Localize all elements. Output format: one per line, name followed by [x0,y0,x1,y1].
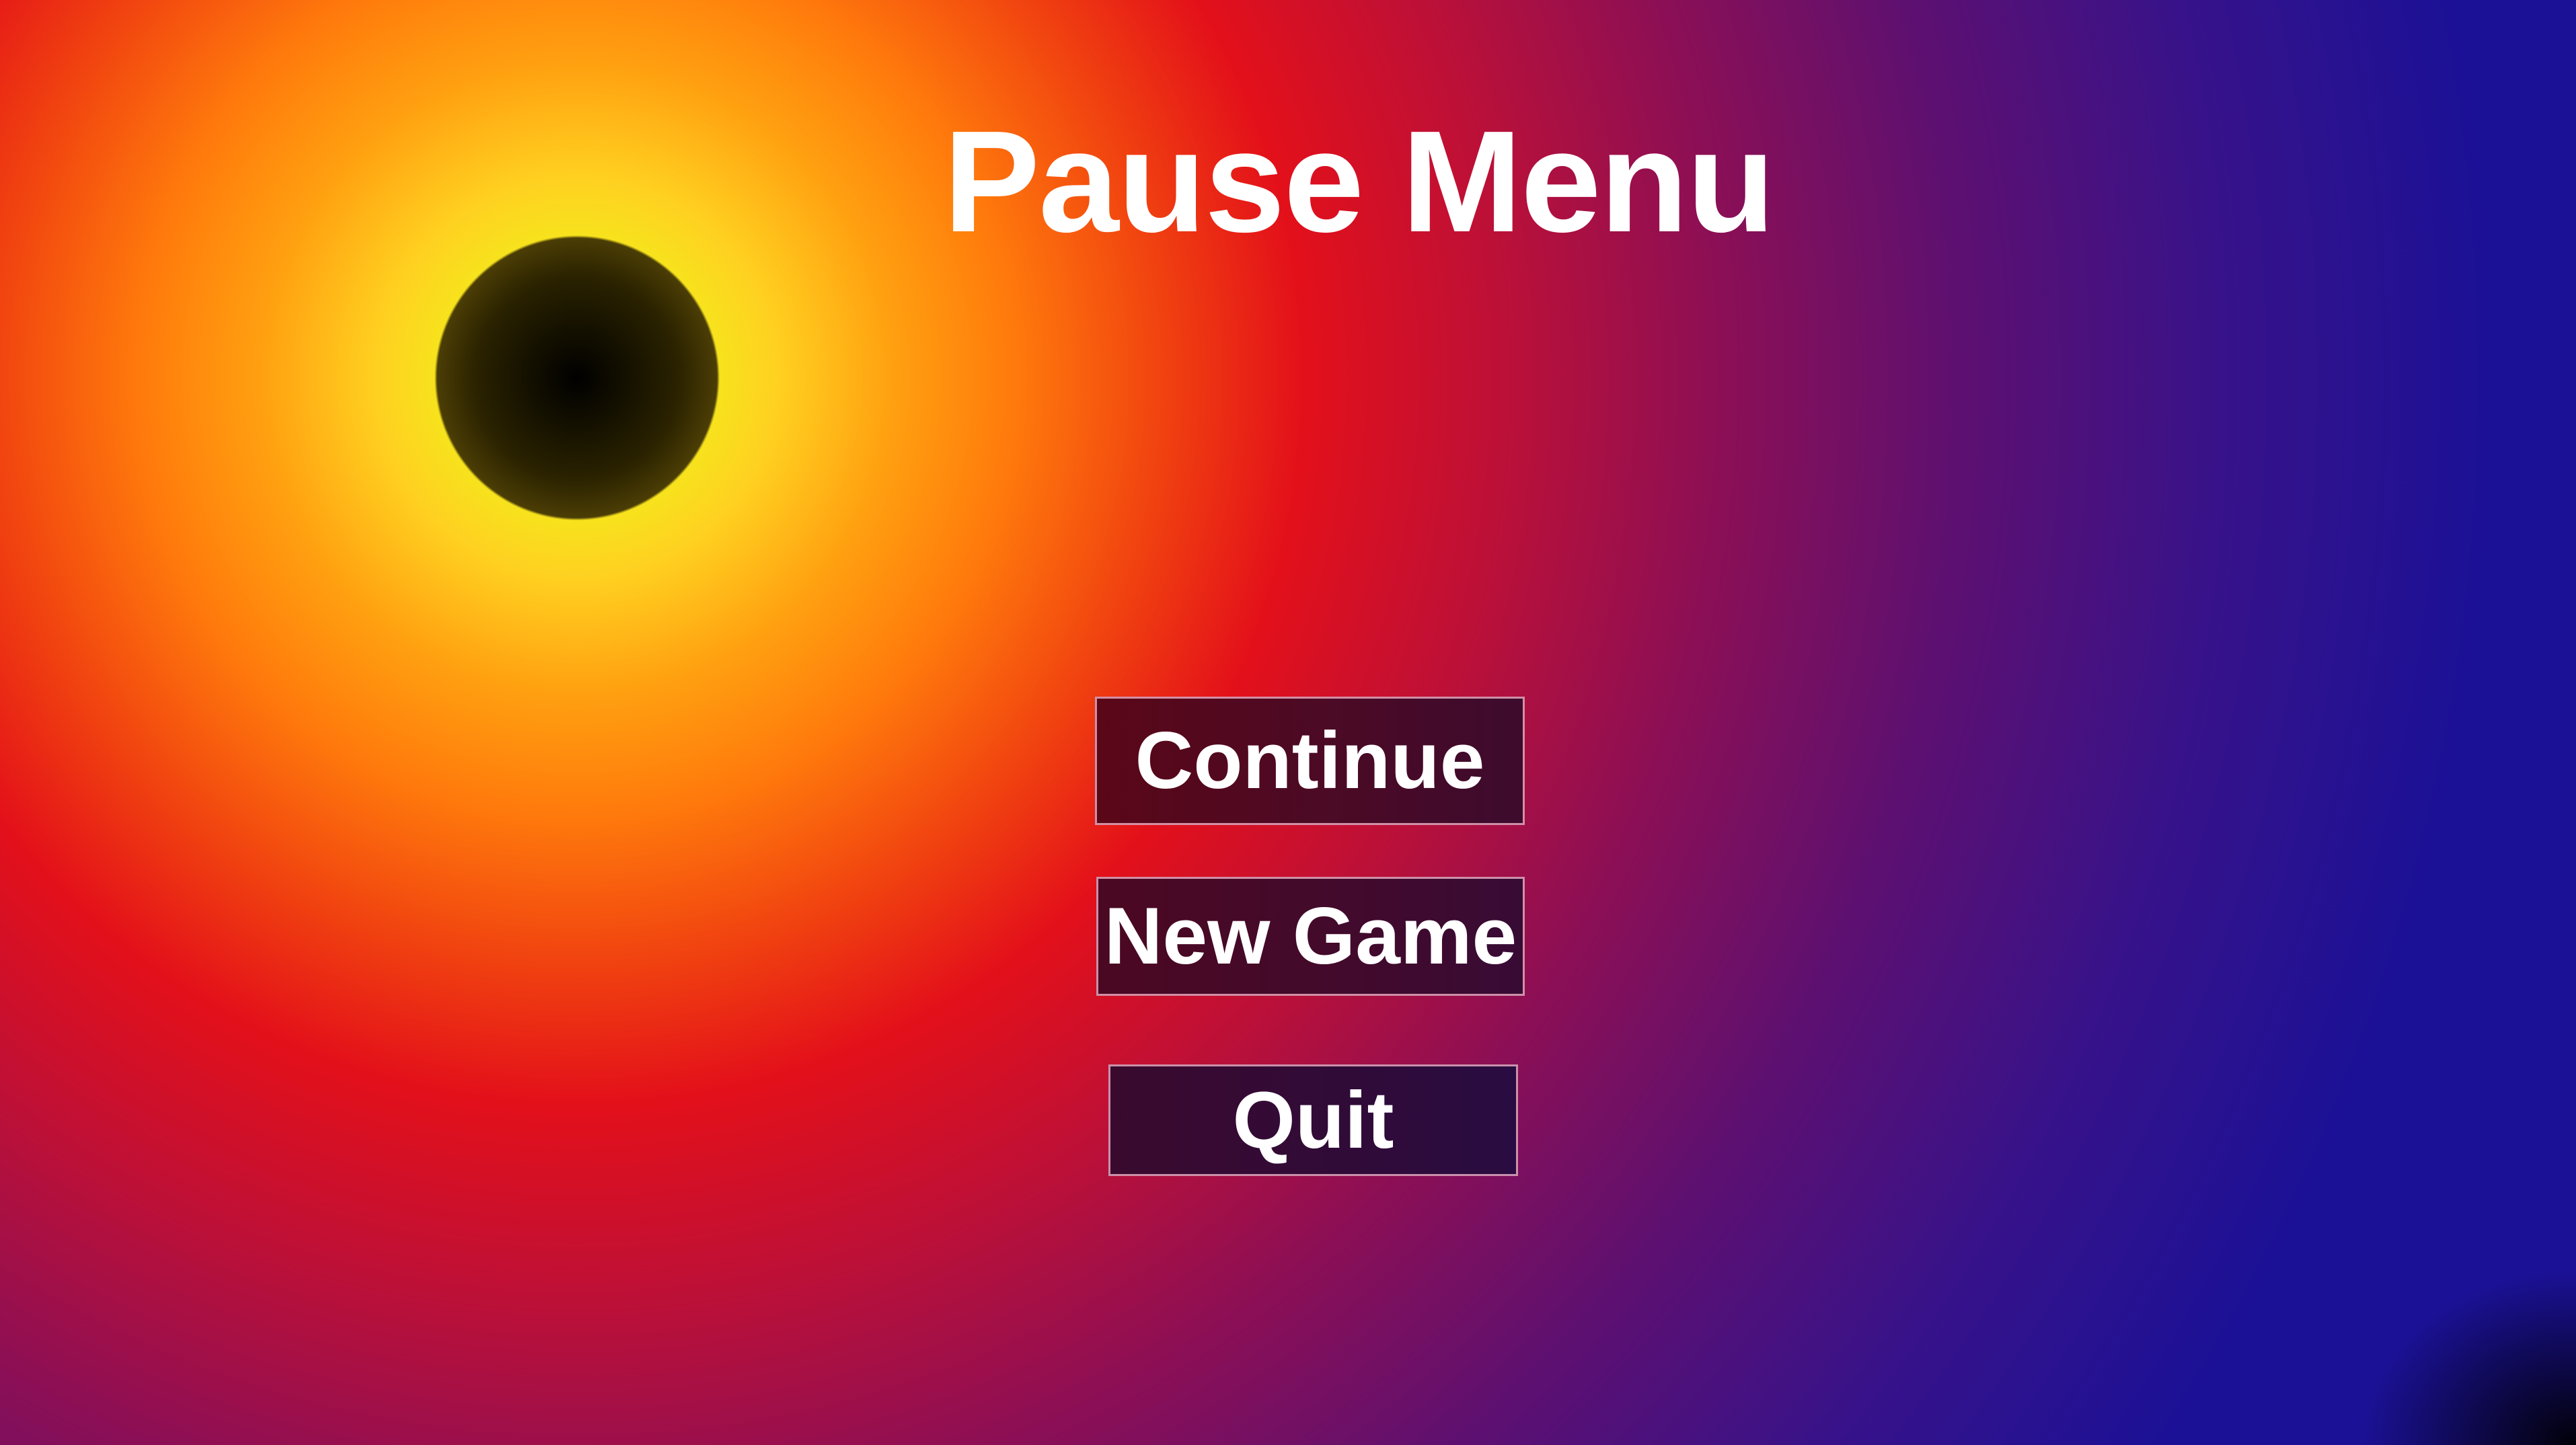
pause-menu-title: Pause Menu [943,100,1776,262]
continue-button[interactable]: Continue [1095,697,1525,825]
pause-screen: Pause Menu Continue New Game Quit [0,0,2576,1445]
new-game-button[interactable]: New Game [1096,877,1525,996]
quit-button[interactable]: Quit [1108,1064,1518,1176]
